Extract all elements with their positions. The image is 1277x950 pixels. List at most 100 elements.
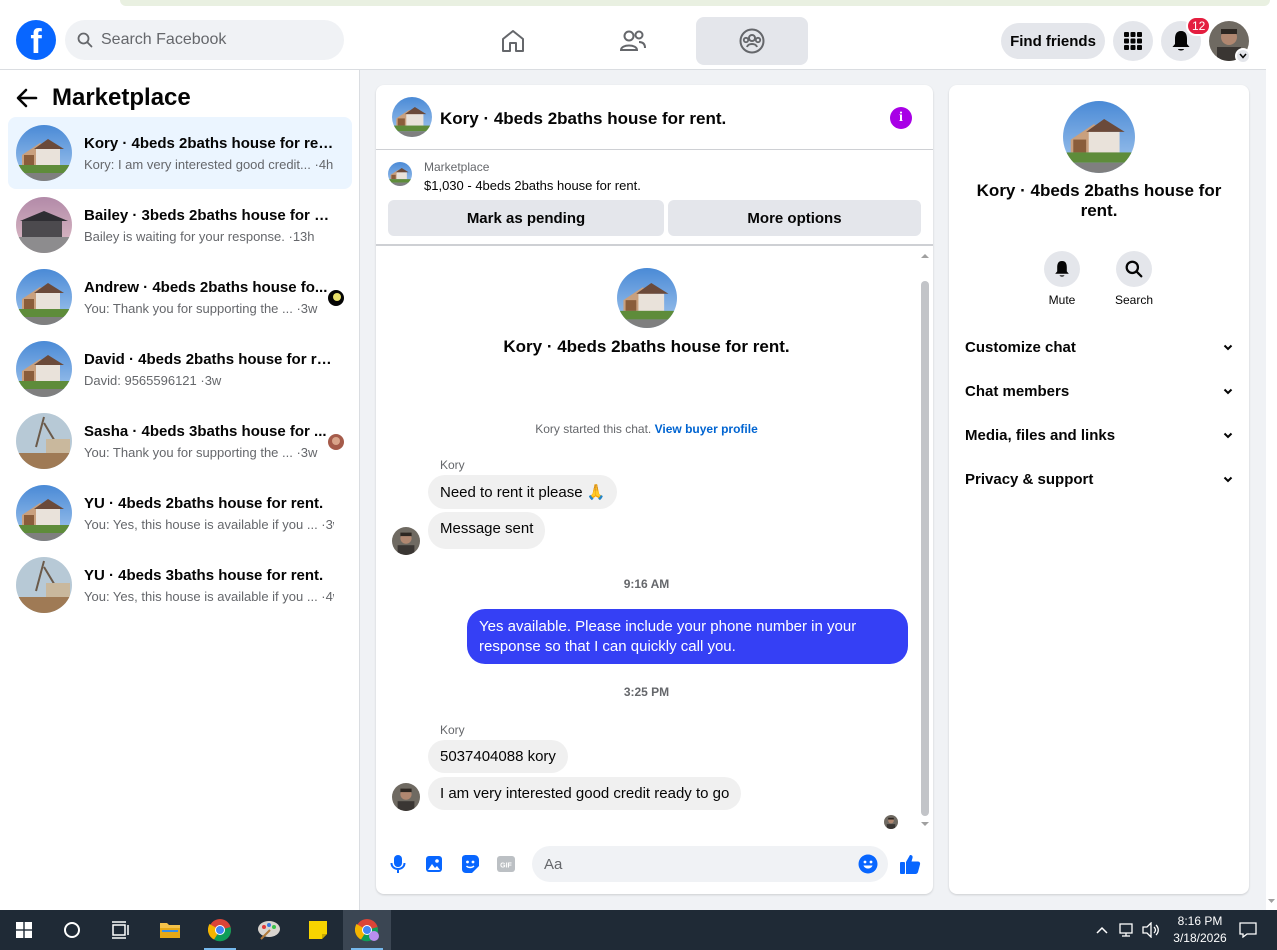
clock-time: 8:16 PM — [1177, 914, 1223, 928]
show-hidden-icons-button[interactable] — [1092, 910, 1112, 950]
info-icon[interactable]: i — [890, 107, 912, 129]
conversation-item[interactable]: Sasha · 4beds 3baths house for ... You: T… — [8, 405, 352, 477]
groups-icon — [739, 28, 765, 54]
start-button[interactable] — [0, 910, 48, 950]
file-explorer-button[interactable] — [146, 910, 194, 950]
notification-badge: 12 — [1186, 16, 1212, 36]
sender-avatar[interactable] — [392, 783, 420, 811]
conversation-item[interactable]: Andrew · 4beds 2baths house fo... You: Th… — [8, 261, 352, 333]
search-in-chat-button[interactable] — [1116, 251, 1152, 287]
conversation-preview: You: Thank you for supporting the ... ·3… — [84, 444, 318, 460]
action-center-button[interactable] — [1234, 910, 1262, 950]
details-title[interactable]: Kory · 4beds 2baths house for rent. — [969, 181, 1229, 221]
conversation-item[interactable]: David · 4beds 2baths house for rent. Davi… — [8, 333, 352, 405]
more-options-button[interactable]: More options — [668, 200, 921, 236]
privacy-support-section[interactable]: Privacy & support — [965, 467, 1233, 491]
sender-avatar[interactable] — [392, 527, 420, 555]
groups-tab[interactable] — [696, 17, 808, 65]
scroll-down-arrow-icon[interactable] — [1266, 896, 1277, 906]
chrome-taskbar-button[interactable] — [196, 910, 244, 950]
search-input[interactable] — [101, 31, 321, 49]
scroll-down-arrow-icon[interactable] — [917, 819, 933, 829]
network-icon — [1119, 923, 1133, 937]
section-label: Media, files and links — [965, 426, 1116, 444]
mute-button[interactable] — [1044, 251, 1080, 287]
chat-panel: Kory · 4beds 2baths house for rent. i Ma… — [376, 85, 933, 894]
chat-avatar[interactable] — [392, 97, 432, 137]
menu-grid-icon — [1124, 32, 1142, 50]
conversation-item[interactable]: YU · 4beds 3baths house for rent. You: Ye… — [8, 549, 352, 621]
marketplace-listing-bar: Marketplace $1,030 - 4beds 2baths house … — [376, 150, 933, 246]
message-input[interactable] — [544, 855, 844, 873]
chevron-down-icon — [1223, 388, 1233, 394]
menu-button[interactable] — [1113, 21, 1153, 61]
message-bubble[interactable]: I am very interested good credit ready t… — [428, 777, 742, 810]
my-message-bubble[interactable]: Yes available. Please include your phone… — [467, 609, 908, 664]
page-scrollbar[interactable] — [1266, 12, 1277, 910]
scrollbar-thumb[interactable] — [921, 281, 929, 816]
search-label: Search — [1114, 293, 1154, 307]
windows-logo-icon — [16, 922, 32, 938]
search-action[interactable]: Search — [1104, 251, 1164, 307]
search-box[interactable] — [65, 20, 344, 60]
listing-thumbnail — [388, 162, 412, 186]
message-bubble[interactable]: Need to rent it please 🙏 — [428, 475, 618, 509]
paint-icon — [258, 921, 280, 940]
gif-label: GIF — [500, 863, 512, 870]
details-avatar[interactable] — [1063, 101, 1135, 173]
chevron-down-icon — [1239, 53, 1247, 59]
task-view-button[interactable] — [96, 910, 144, 950]
system-clock[interactable]: 8:16 PM 3/18/2026 — [1160, 913, 1240, 947]
conversation-thumbnail — [16, 413, 72, 469]
message-bubble[interactable]: Message sent — [428, 512, 546, 549]
message-bubble[interactable]: 5037404088 kory — [428, 740, 568, 773]
marketplace-header: Marketplace — [16, 82, 191, 114]
volume-button[interactable] — [1140, 910, 1162, 950]
conversation-preview: You: Thank you for supporting the ... ·3… — [84, 300, 318, 316]
listing-title[interactable]: $1,030 - 4beds 2baths house for rent. — [424, 178, 641, 193]
view-buyer-profile-link[interactable]: View buyer profile — [655, 422, 758, 436]
message-scrollbar[interactable] — [917, 247, 933, 830]
search-taskbar-button[interactable] — [48, 910, 96, 950]
mute-label: Mute — [1048, 293, 1076, 307]
find-friends-button[interactable]: Find friends — [1001, 23, 1105, 59]
scroll-up-arrow-icon[interactable] — [917, 251, 933, 261]
chat-members-section[interactable]: Chat members — [965, 379, 1233, 403]
conversation-name: YU · 4beds 2baths house for rent. — [84, 494, 324, 512]
conversation-item[interactable]: Kory · 4beds 2baths house for rent. Kory:… — [8, 117, 352, 189]
facebook-logo[interactable]: f — [16, 20, 56, 61]
attach-photo-button[interactable] — [422, 852, 446, 876]
voice-clip-button[interactable] — [386, 852, 410, 876]
gif-button[interactable]: GIF — [494, 852, 518, 876]
conversation-name: Kory · 4beds 2baths house for rent. — [84, 134, 334, 152]
conversation-item[interactable]: Bailey · 3beds 2baths house for rent. Bai… — [8, 189, 352, 261]
mark-as-pending-button[interactable]: Mark as pending — [388, 200, 664, 236]
account-menu-caret[interactable] — [1235, 48, 1251, 64]
bell-icon — [1055, 261, 1069, 277]
clock-date: 3/18/2026 — [1173, 931, 1227, 945]
conversation-list-panel: Marketplace Kory · 4beds 2baths house fo… — [0, 70, 360, 910]
paint-taskbar-button[interactable] — [245, 910, 293, 950]
conversation-thumbnail — [16, 557, 72, 613]
chrome-profile-taskbar-button[interactable] — [343, 910, 391, 950]
like-button[interactable] — [898, 852, 922, 876]
back-arrow-icon[interactable] — [16, 88, 38, 108]
media-files-links-section[interactable]: Media, files and links — [965, 423, 1233, 447]
message-input-field[interactable] — [532, 846, 888, 882]
microphone-icon — [390, 855, 406, 873]
emoji-icon[interactable] — [858, 854, 878, 874]
started-text: Kory started this chat. — [535, 422, 652, 436]
network-button[interactable] — [1116, 910, 1138, 950]
search-icon — [1125, 260, 1143, 278]
home-tab[interactable] — [457, 17, 569, 65]
conversation-item[interactable]: YU · 4beds 2baths house for rent. You: Ye… — [8, 477, 352, 549]
customize-chat-section[interactable]: Customize chat — [965, 335, 1233, 359]
sticker-icon — [462, 855, 479, 873]
friends-tab[interactable] — [577, 17, 689, 65]
chat-title[interactable]: Kory · 4beds 2baths house for rent. — [440, 109, 726, 129]
photo-icon — [426, 856, 442, 872]
mute-action[interactable]: Mute — [1032, 251, 1092, 307]
message-thread: Kory · 4beds 2baths house for rent. Kory… — [376, 247, 933, 830]
sticker-button[interactable] — [458, 852, 482, 876]
sticky-notes-button[interactable] — [294, 910, 342, 950]
